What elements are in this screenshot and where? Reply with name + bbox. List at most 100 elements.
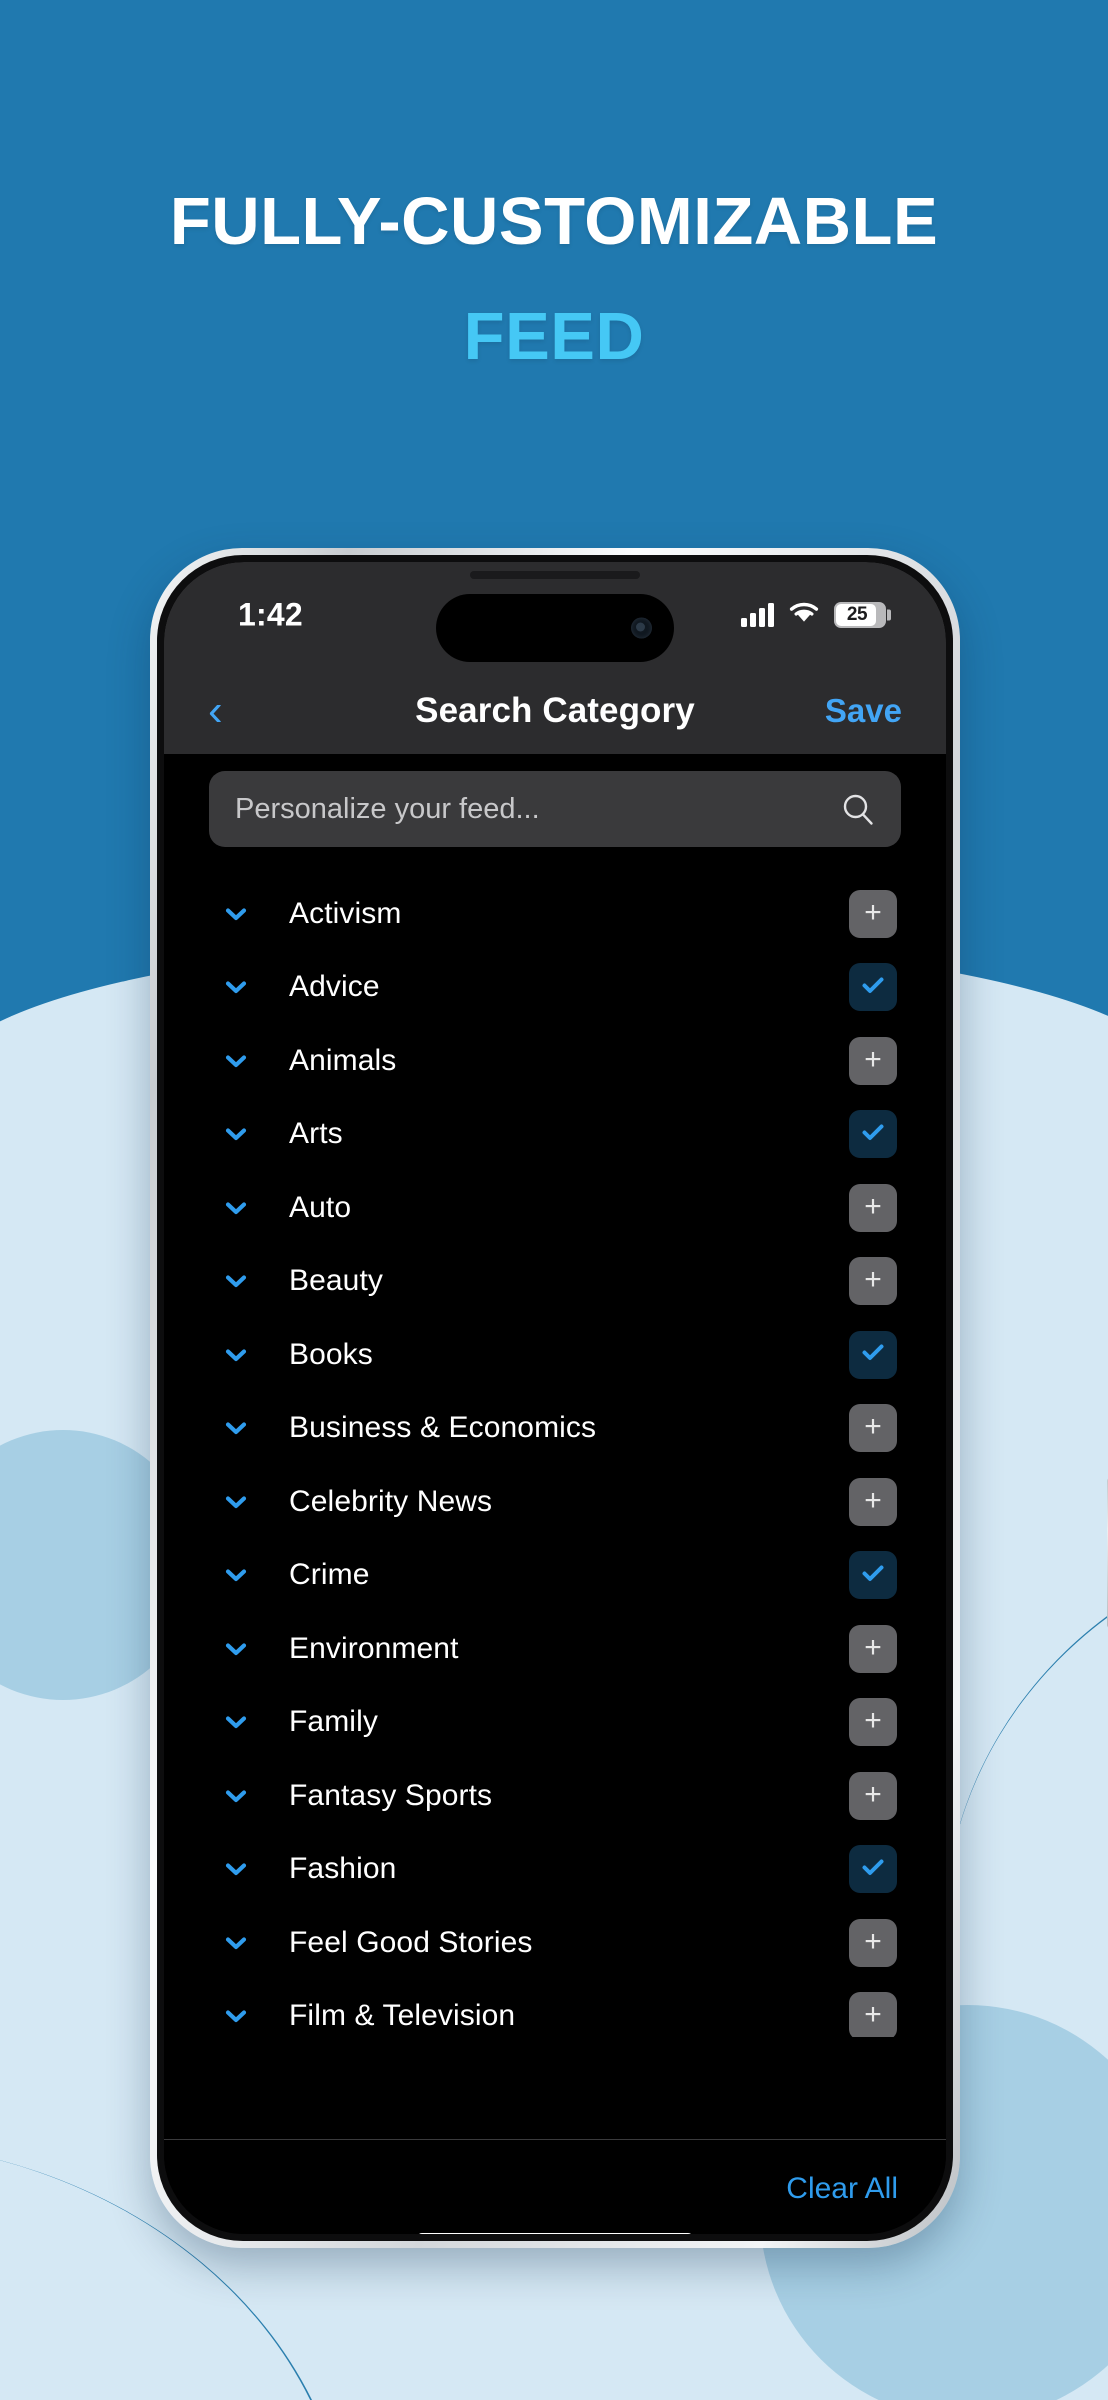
category-label: Crime xyxy=(289,1558,370,1592)
plus-icon: + xyxy=(864,1042,882,1076)
category-add-toggle[interactable]: + xyxy=(849,1257,897,1306)
chevron-down-icon[interactable] xyxy=(219,1338,253,1372)
check-icon xyxy=(858,1337,888,1372)
battery-percentage: 25 xyxy=(846,604,868,625)
category-row[interactable]: Auto + xyxy=(209,1171,901,1245)
category-row[interactable]: Activism + xyxy=(209,877,901,951)
phone-bezel: 1:42 25 ‹ Search Category Save Personali… xyxy=(157,555,953,2241)
category-label: Family xyxy=(289,1705,378,1739)
category-add-toggle[interactable]: + xyxy=(849,1404,897,1453)
category-selected-toggle[interactable] xyxy=(849,1845,897,1894)
category-row[interactable]: Advice xyxy=(209,951,901,1025)
plus-icon: + xyxy=(864,1998,882,2032)
category-row[interactable]: Film & Television + xyxy=(209,1980,901,2037)
wifi-icon xyxy=(787,600,821,630)
category-selected-toggle[interactable] xyxy=(849,1551,897,1600)
category-add-toggle[interactable]: + xyxy=(849,1698,897,1747)
search-field[interactable]: Personalize your feed... xyxy=(209,771,901,847)
category-row[interactable]: Crime xyxy=(209,1539,901,1613)
category-row[interactable]: Family + xyxy=(209,1686,901,1760)
category-selected-toggle[interactable] xyxy=(849,1110,897,1159)
chevron-left-icon[interactable]: ‹ xyxy=(208,689,223,733)
chevron-down-icon[interactable] xyxy=(219,1264,253,1298)
app-footer: Clear All xyxy=(164,2139,946,2234)
status-bar-clock: 1:42 xyxy=(238,596,303,633)
phone-mockup: 1:42 25 ‹ Search Category Save Personali… xyxy=(150,548,1108,2248)
category-label: Business & Economics xyxy=(289,1411,597,1445)
clear-all-button[interactable]: Clear All xyxy=(786,2172,898,2206)
status-bar-indicators: 25 xyxy=(741,600,891,630)
category-row[interactable]: Arts xyxy=(209,1098,901,1172)
plus-icon: + xyxy=(864,1704,882,1738)
category-label: Books xyxy=(289,1337,373,1371)
category-row[interactable]: Beauty + xyxy=(209,1245,901,1319)
category-row[interactable]: Business & Economics + xyxy=(209,1392,901,1466)
category-add-toggle[interactable]: + xyxy=(849,1771,897,1820)
category-row[interactable]: Animals + xyxy=(209,1024,901,1098)
category-label: Fantasy Sports xyxy=(289,1778,493,1812)
chevron-down-icon[interactable] xyxy=(219,1558,253,1592)
home-indicator[interactable] xyxy=(417,2233,693,2234)
category-list[interactable]: Activism + Advice Animals + Arts Auto + Beauty + B… xyxy=(164,877,946,2037)
front-camera-icon xyxy=(631,617,652,639)
category-label: Film & Television xyxy=(289,1999,516,2033)
search-placeholder: Personalize your feed... xyxy=(235,792,540,825)
chevron-down-icon[interactable] xyxy=(219,897,253,931)
category-add-toggle[interactable]: + xyxy=(849,1992,897,2037)
plus-icon: + xyxy=(864,1924,882,1958)
phone-screen: 1:42 25 ‹ Search Category Save Personali… xyxy=(164,562,946,2234)
battery-icon: 25 xyxy=(834,602,891,628)
chevron-down-icon[interactable] xyxy=(219,1411,253,1445)
plus-icon: + xyxy=(864,1263,882,1297)
category-row[interactable]: Fashion xyxy=(209,1833,901,1907)
chevron-down-icon[interactable] xyxy=(219,1191,253,1225)
promo-headline-line1: FULLY-CUSTOMIZABLE xyxy=(169,184,939,259)
category-add-toggle[interactable]: + xyxy=(849,1477,897,1526)
chevron-down-icon[interactable] xyxy=(219,1852,253,1886)
category-add-toggle[interactable]: + xyxy=(849,889,897,938)
status-bar: 1:42 25 xyxy=(164,562,946,668)
category-label: Animals xyxy=(289,1043,397,1077)
check-icon xyxy=(858,970,888,1005)
chevron-down-icon[interactable] xyxy=(219,1779,253,1813)
promo-headline-line2: FEED xyxy=(463,299,645,374)
plus-icon: + xyxy=(864,1483,882,1517)
category-add-toggle[interactable]: + xyxy=(849,1036,897,1085)
dynamic-island xyxy=(436,594,674,662)
category-add-toggle[interactable]: + xyxy=(849,1624,897,1673)
check-icon xyxy=(858,1117,888,1152)
search-icon[interactable] xyxy=(841,792,875,826)
category-label: Arts xyxy=(289,1117,343,1151)
chevron-down-icon[interactable] xyxy=(219,970,253,1004)
chevron-down-icon[interactable] xyxy=(219,1044,253,1078)
category-row[interactable]: Celebrity News + xyxy=(209,1465,901,1539)
category-row[interactable]: Environment + xyxy=(209,1612,901,1686)
earpiece-speaker xyxy=(470,571,640,579)
cellular-signal-icon xyxy=(741,603,774,627)
category-label: Environment xyxy=(289,1631,459,1665)
chevron-down-icon[interactable] xyxy=(219,1117,253,1151)
category-add-toggle[interactable]: + xyxy=(849,1183,897,1232)
category-label: Fashion xyxy=(289,1852,397,1886)
check-icon xyxy=(858,1852,888,1887)
navigation-bar: ‹ Search Category Save xyxy=(164,668,946,754)
category-row[interactable]: Feel Good Stories + xyxy=(209,1906,901,1980)
plus-icon: + xyxy=(864,1630,882,1664)
category-label: Celebrity News xyxy=(289,1484,493,1518)
category-selected-toggle[interactable] xyxy=(849,963,897,1012)
chevron-down-icon[interactable] xyxy=(219,1485,253,1519)
category-row[interactable]: Fantasy Sports + xyxy=(209,1759,901,1833)
chevron-down-icon[interactable] xyxy=(219,1632,253,1666)
plus-icon: + xyxy=(864,1189,882,1223)
category-label: Advice xyxy=(289,970,380,1004)
search-section: Personalize your feed... xyxy=(164,754,946,847)
save-button[interactable]: Save xyxy=(825,692,902,730)
category-selected-toggle[interactable] xyxy=(849,1330,897,1379)
category-row[interactable]: Books xyxy=(209,1318,901,1392)
chevron-down-icon[interactable] xyxy=(219,1705,253,1739)
chevron-down-icon[interactable] xyxy=(219,1926,253,1960)
chevron-down-icon[interactable] xyxy=(219,1999,253,2033)
plus-icon: + xyxy=(864,1410,882,1444)
plus-icon: + xyxy=(864,895,882,929)
category-add-toggle[interactable]: + xyxy=(849,1918,897,1967)
